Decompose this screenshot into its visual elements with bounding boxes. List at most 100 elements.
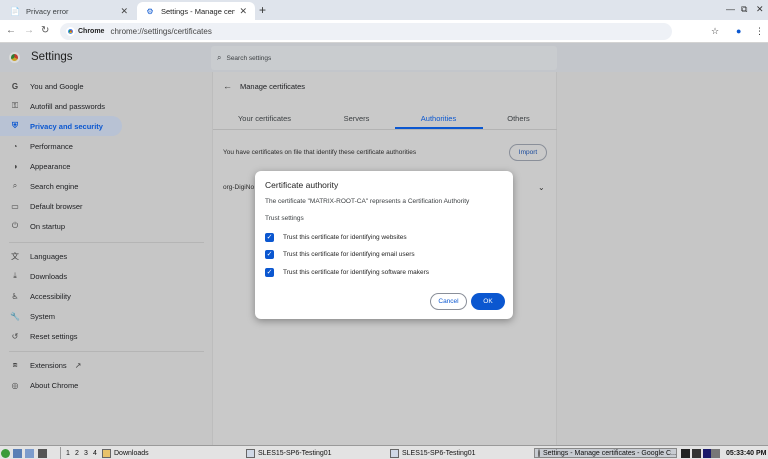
sidebar-item-search-engine[interactable]: ⌕ Search engine bbox=[0, 176, 79, 196]
workspace-4[interactable]: 4 bbox=[93, 448, 97, 458]
chrome-chip[interactable]: Chrome bbox=[66, 27, 104, 36]
workspace-2[interactable]: 2 bbox=[75, 448, 79, 458]
tab-others[interactable]: Others bbox=[481, 114, 556, 128]
network-icon[interactable] bbox=[711, 448, 722, 458]
address-bar[interactable]: Chrome chrome://settings/certificates bbox=[60, 23, 672, 40]
trust-email-option[interactable]: ✓ Trust this certificate for identifying… bbox=[265, 249, 415, 259]
profile-icon[interactable]: ● bbox=[736, 26, 741, 36]
sidebar-item-accessibility[interactable]: ♿ Accessibility bbox=[0, 286, 70, 306]
window-icon bbox=[390, 448, 399, 458]
section-title: Manage certificates bbox=[240, 82, 306, 91]
back-arrow-icon[interactable]: ← bbox=[223, 81, 232, 91]
chrome-logo-icon bbox=[538, 449, 540, 457]
sidebar-item-on-startup[interactable]: ⏻ On startup bbox=[0, 216, 65, 236]
reload-icon[interactable]: ↻ bbox=[41, 25, 49, 36]
sidebar-divider bbox=[9, 351, 204, 352]
menu-kebab-icon[interactable]: ⋮ bbox=[755, 26, 764, 37]
taskbar-label: SLES15-SP6-Testing01 bbox=[402, 449, 476, 457]
tab-authorities[interactable]: Authorities bbox=[401, 114, 476, 128]
sidebar-item-appearance[interactable]: ◑ Appearance bbox=[0, 156, 71, 176]
sidebar-item-label: Default browser bbox=[30, 201, 83, 211]
checkbox-checked-icon[interactable]: ✓ bbox=[265, 232, 274, 242]
tab-settings[interactable]: ⚙ Settings - Manage certificates ✕ bbox=[137, 2, 255, 20]
page-title: Settings bbox=[31, 51, 73, 63]
tab-privacy-error[interactable]: 📄 Privacy error ✕ bbox=[2, 2, 136, 20]
restore-icon[interactable]: ⧉ bbox=[741, 4, 747, 15]
key-icon: ⚿ bbox=[11, 101, 19, 110]
sidebar-item-languages[interactable]: 文 Languages bbox=[0, 246, 67, 266]
taskbar-label: SLES15-SP6-Testing01 bbox=[258, 449, 332, 457]
search-input[interactable]: ⌕ Search settings bbox=[211, 46, 557, 70]
taskbar-window-1[interactable]: SLES15-SP6-Testing01 bbox=[246, 448, 332, 458]
sidebar-item-label: Autofill and passwords bbox=[30, 101, 106, 111]
sidebar-item-reset[interactable]: ↺ Reset settings bbox=[0, 326, 78, 346]
taskbar-label: Settings - Manage certificates - Google … bbox=[543, 449, 677, 457]
workspace-1[interactable]: 1 bbox=[66, 448, 70, 458]
certificate-org-row[interactable]: org-DigiNo bbox=[223, 184, 254, 191]
tab-your-certificates[interactable]: Your certificates bbox=[227, 114, 302, 128]
workspace-3[interactable]: 3 bbox=[84, 448, 88, 458]
file-manager-icon[interactable] bbox=[25, 448, 36, 458]
accessibility-icon: ♿ bbox=[11, 291, 19, 301]
wrench-icon: 🔧 bbox=[10, 311, 20, 321]
trust-websites-option[interactable]: ✓ Trust this certificate for identifying… bbox=[265, 232, 407, 242]
search-icon: ⌕ bbox=[12, 181, 18, 190]
settings-header: Settings ⌕ Search settings bbox=[0, 43, 768, 72]
trust-software-option[interactable]: ✓ Trust this certificate for identifying… bbox=[265, 267, 429, 277]
new-tab-plus-icon[interactable]: + bbox=[259, 3, 266, 17]
checkbox-checked-icon[interactable]: ✓ bbox=[265, 267, 274, 277]
checkbox-checked-icon[interactable]: ✓ bbox=[265, 249, 274, 259]
cancel-button[interactable]: Cancel bbox=[430, 293, 467, 310]
sidebar-item-privacy[interactable]: ⛨ Privacy and security bbox=[0, 116, 122, 136]
taskbar-window-chrome[interactable]: Settings - Manage certificates - Google … bbox=[534, 448, 677, 458]
taskbar-window-2[interactable]: SLES15-SP6-Testing01 bbox=[390, 448, 476, 458]
show-desktop-icon[interactable] bbox=[13, 448, 24, 458]
sidebar-item-label: Extensions bbox=[30, 360, 67, 370]
sidebar-item-label: System bbox=[30, 311, 56, 321]
close-icon[interactable]: ✕ bbox=[120, 6, 128, 17]
minimize-icon[interactable]: — bbox=[726, 4, 735, 14]
authorities-info: You have certificates on file that ident… bbox=[223, 149, 417, 156]
checkbox-label: Trust this certificate for identifying w… bbox=[283, 233, 407, 241]
tab-servers[interactable]: Servers bbox=[319, 114, 394, 128]
gear-icon: ⚙ bbox=[146, 6, 154, 16]
sidebar-item-label: Languages bbox=[30, 251, 68, 261]
page-icon: 📄 bbox=[10, 6, 20, 16]
sidebar-item-extensions[interactable]: ⧈ Extensions ↗ bbox=[0, 355, 81, 375]
checkbox-label: Trust this certificate for identifying e… bbox=[283, 250, 415, 258]
chevron-down-icon[interactable]: ⌄ bbox=[538, 183, 545, 192]
terminal-icon[interactable] bbox=[38, 448, 49, 458]
sidebar-item-autofill[interactable]: ⚿ Autofill and passwords bbox=[0, 96, 105, 116]
chip-label: Chrome bbox=[78, 28, 105, 35]
chrome-logo-icon bbox=[9, 52, 20, 63]
folder-icon bbox=[102, 448, 111, 458]
sidebar-item-label: About Chrome bbox=[30, 380, 79, 390]
sidebar-item-default-browser[interactable]: ▭ Default browser bbox=[0, 196, 83, 216]
close-icon[interactable]: ✕ bbox=[239, 6, 247, 17]
sidebar-item-you-and-google[interactable]: G You and Google bbox=[0, 76, 84, 96]
tray-monitor-icon[interactable] bbox=[681, 448, 714, 458]
tab-title: Privacy error bbox=[26, 6, 69, 16]
start-menu-icon[interactable] bbox=[1, 448, 12, 458]
sidebar-item-about-chrome[interactable]: ◎ About Chrome bbox=[0, 375, 79, 395]
ok-button[interactable]: OK bbox=[471, 293, 505, 310]
taskbar-separator bbox=[60, 447, 61, 459]
close-window-icon[interactable]: ✕ bbox=[756, 4, 764, 15]
sidebar-divider bbox=[9, 242, 204, 243]
sidebar-item-label: Performance bbox=[30, 141, 73, 151]
star-icon[interactable]: ☆ bbox=[711, 26, 719, 37]
browser-window-icon: ▭ bbox=[11, 201, 19, 211]
sidebar-item-performance[interactable]: ◔ Performance bbox=[0, 136, 73, 156]
forward-arrow-icon[interactable]: → bbox=[24, 25, 34, 36]
palette-icon: ◑ bbox=[12, 161, 18, 171]
tab-strip: 📄 Privacy error ✕ ⚙ Settings - Manage ce… bbox=[0, 0, 768, 20]
taskbar-downloads[interactable]: Downloads bbox=[102, 448, 149, 458]
search-placeholder: Search settings bbox=[226, 54, 272, 62]
sidebar-item-downloads[interactable]: ⤓ Downloads bbox=[0, 266, 67, 286]
sidebar-item-system[interactable]: 🔧 System bbox=[0, 306, 55, 326]
clock[interactable]: 05:33:40 PM bbox=[726, 448, 766, 458]
import-button[interactable]: Import bbox=[509, 144, 547, 161]
speedometer-icon: ◔ bbox=[12, 141, 18, 151]
taskbar-label: Downloads bbox=[114, 449, 149, 457]
back-arrow-icon[interactable]: ← bbox=[6, 25, 16, 36]
